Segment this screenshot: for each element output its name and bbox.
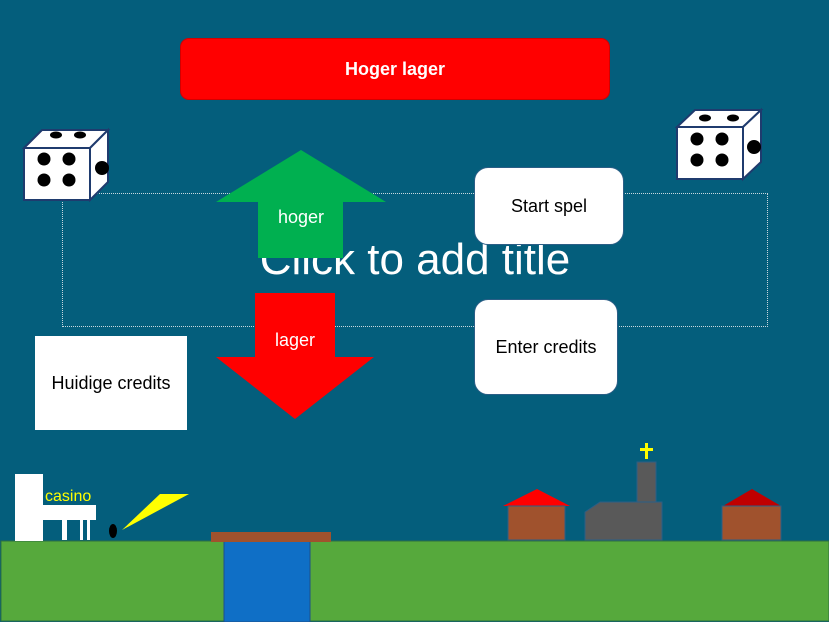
grass-left — [0, 540, 225, 622]
house-right — [721, 489, 782, 541]
river — [223, 540, 311, 622]
church — [584, 443, 663, 541]
header-button[interactable]: Hoger lager — [180, 38, 610, 100]
house-left — [503, 489, 570, 541]
lager-arrow-button[interactable]: lager — [215, 292, 375, 420]
title-placeholder[interactable]: Click to add title — [62, 193, 768, 327]
hoger-arrow-button[interactable]: hoger — [215, 149, 387, 259]
slide-canvas: casino Hoger lager Click to add title ho… — [0, 0, 829, 622]
up-arrow-icon — [216, 150, 386, 258]
casino-sign: casino — [45, 488, 92, 505]
bridge — [211, 532, 331, 542]
current-credits-box: Huidige credits — [35, 336, 187, 430]
spotlight — [109, 494, 189, 538]
dice-icon — [675, 107, 764, 182]
grass-right — [309, 540, 829, 622]
casino-building — [15, 474, 96, 541]
dice-icon — [22, 127, 111, 202]
window-edge — [829, 0, 833, 625]
start-game-button[interactable]: Start spel — [474, 167, 624, 245]
down-arrow-icon — [216, 293, 374, 419]
hoger-label: hoger — [277, 207, 325, 227]
lager-label: lager — [274, 330, 316, 350]
enter-credits-button[interactable]: Enter credits — [474, 299, 618, 395]
